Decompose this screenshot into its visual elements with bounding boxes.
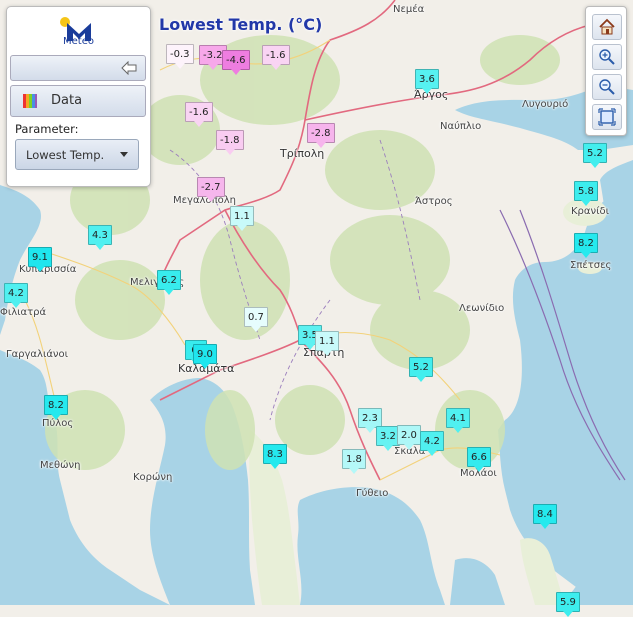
chevron-down-icon (120, 152, 128, 157)
station-marker[interactable]: 3.6 (415, 69, 439, 94)
station-marker[interactable]: 8.3 (263, 444, 287, 469)
collapse-panel-button[interactable] (10, 55, 146, 81)
place-label: Λεωνίδιο (459, 303, 505, 314)
station-marker[interactable]: -4.6 (222, 50, 250, 75)
station-marker[interactable]: 4.1 (446, 408, 470, 433)
place-label: Κορώνη (133, 472, 173, 483)
station-marker[interactable]: 2.3 (358, 408, 382, 433)
station-marker[interactable]: 1.1 (230, 206, 254, 231)
map-title: Lowest Temp. (°C) (159, 15, 323, 34)
station-marker[interactable]: 4.2 (4, 283, 28, 308)
color-scale-icon (23, 94, 37, 108)
station-marker[interactable]: 6.2 (157, 270, 181, 295)
place-label: Σπέτσες (570, 260, 612, 271)
station-marker[interactable]: -2.7 (197, 177, 225, 202)
parameter-select[interactable]: Lowest Temp. (15, 139, 139, 170)
zoom-extent-button[interactable] (592, 104, 622, 130)
station-marker[interactable]: -2.8 (307, 123, 335, 148)
station-marker[interactable]: 4.3 (88, 225, 112, 250)
station-marker[interactable]: 5.2 (583, 143, 607, 168)
place-label: Γαργαλιάνοι (6, 349, 69, 360)
arrow-left-icon (121, 61, 137, 75)
station-marker[interactable]: 8.2 (44, 395, 68, 420)
place-label: Γύθειο (356, 488, 389, 499)
station-marker[interactable]: 9.1 (28, 247, 52, 272)
map-toolbar (585, 6, 627, 136)
station-marker[interactable]: 5.8 (574, 181, 598, 206)
place-label: Ναύπλιο (440, 121, 482, 132)
station-marker[interactable]: 9.0 (193, 344, 217, 369)
station-marker[interactable]: 8.2 (574, 233, 598, 258)
place-label: Άστρος (415, 196, 453, 207)
zoom-out-button[interactable] (592, 74, 622, 100)
place-label: Μεθώνη (40, 460, 81, 471)
place-label: Νεμέα (393, 4, 425, 15)
place-label: Κρανίδι (571, 206, 609, 217)
zoom-in-button[interactable] (592, 44, 622, 70)
station-marker[interactable]: 5.9 (556, 592, 580, 617)
parameter-select-value: Lowest Temp. (26, 148, 105, 162)
logo-text: Meteo (63, 36, 94, 47)
place-label: Φιλιατρά (0, 307, 47, 318)
meteo-logo-icon (60, 17, 91, 41)
station-marker[interactable]: 5.2 (409, 357, 433, 382)
station-marker[interactable]: 6.6 (467, 447, 491, 472)
zoom-in-icon (599, 49, 615, 65)
home-button[interactable] (592, 14, 622, 40)
zoom-out-icon (599, 79, 615, 95)
data-button-label: Data (51, 93, 83, 108)
station-marker[interactable]: 1.1 (315, 331, 339, 356)
extent-icon (598, 108, 616, 126)
place-label: Λυγουριό (522, 99, 569, 110)
station-marker[interactable]: 8.4 (533, 504, 557, 529)
station-marker[interactable]: -1.6 (262, 45, 290, 70)
control-panel: Meteo Data Parameter: Lowest Temp. (6, 6, 151, 187)
place-label: Τρίπολη (280, 147, 325, 160)
home-icon (599, 18, 615, 35)
station-marker[interactable]: -1.6 (185, 102, 213, 127)
station-marker[interactable]: 4.2 (420, 431, 444, 456)
station-marker[interactable]: 0.7 (244, 307, 268, 332)
data-button[interactable]: Data (10, 85, 146, 117)
station-marker[interactable]: -0.3 (166, 44, 194, 69)
station-marker[interactable]: 1.8 (342, 449, 366, 474)
station-marker[interactable]: -1.8 (216, 130, 244, 155)
parameter-label: Parameter: (15, 122, 79, 136)
station-marker[interactable]: 2.0 (397, 425, 421, 450)
